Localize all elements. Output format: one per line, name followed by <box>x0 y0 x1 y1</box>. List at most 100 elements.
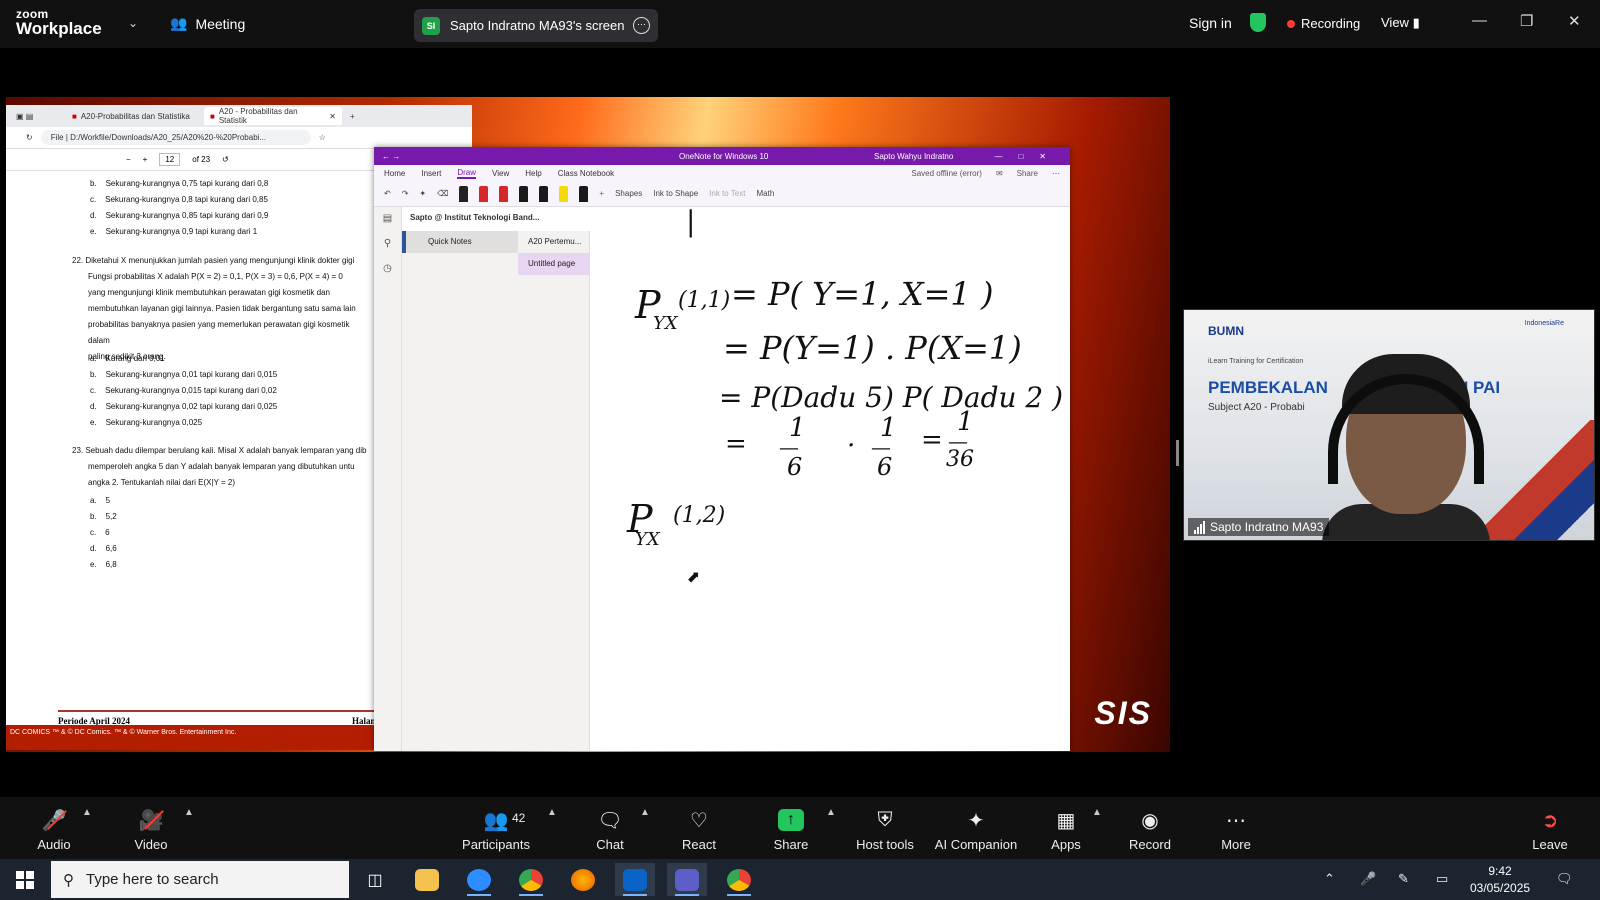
refresh-icon[interactable]: ↻ <box>26 133 33 142</box>
notebook-name: Sapto @ Institut Teknologi Band... <box>410 213 540 222</box>
page-item-active[interactable]: Untitled page <box>518 253 589 275</box>
notebook-selector[interactable]: Sapto @ Institut Teknologi Band... <box>410 213 539 222</box>
participants-caret-icon[interactable]: ▲ <box>547 807 557 818</box>
more-button[interactable]: ⋯ More <box>1212 797 1260 859</box>
pen-icon[interactable] <box>459 185 469 202</box>
ink-denominator: 36 <box>946 447 974 472</box>
section-quick-notes[interactable]: Quick Notes <box>402 231 518 253</box>
highlighter-icon[interactable] <box>559 185 569 202</box>
security-shield-icon[interactable] <box>1250 13 1266 32</box>
ink-to-shape-button[interactable]: Ink to Shape <box>653 189 698 198</box>
firefox-icon[interactable] <box>563 863 603 896</box>
tab-insert[interactable]: Insert <box>421 169 441 178</box>
teams-icon[interactable] <box>667 863 707 896</box>
view-menu-button[interactable]: View ▮ <box>1381 15 1420 31</box>
display-icon[interactable]: ▭ <box>1436 871 1448 887</box>
minimize-icon[interactable]: — <box>1472 12 1487 29</box>
browser-tab-1[interactable]: ■ A20-Probabilitas dan Statistika <box>66 107 204 125</box>
share-button[interactable]: Share <box>1017 169 1038 178</box>
sync-status[interactable]: Saved offline (error) <box>911 169 982 178</box>
video-button[interactable]: 🎥 Video <box>127 797 175 859</box>
sign-in-link[interactable]: Sign in <box>1189 15 1232 31</box>
tab-help[interactable]: Help <box>525 169 541 178</box>
lasso-icon[interactable]: ✦ <box>419 189 426 198</box>
undo-icon[interactable]: ↶ <box>384 189 391 198</box>
windows-start-icon[interactable] <box>16 871 34 889</box>
window-controls-icon[interactable]: —□✕ <box>994 152 1062 161</box>
participants-button[interactable]: 👥 42 Participants <box>458 797 534 859</box>
chrome-icon[interactable] <box>719 863 759 896</box>
more-options-icon[interactable]: ⋯ <box>633 17 650 34</box>
screen-share-indicator[interactable]: SI Sapto Indratno MA93's screen ⋯ <box>414 9 658 42</box>
share-caret-icon[interactable]: ▲ <box>826 807 836 818</box>
share-screen-button[interactable]: ↑ Share <box>766 797 816 859</box>
tray-overflow-icon[interactable]: ⌃ <box>1324 871 1335 887</box>
record-button[interactable]: ◉ Record <box>1124 797 1176 859</box>
tab-home[interactable]: Home <box>384 169 405 178</box>
leave-button[interactable]: ➲ Leave <box>1526 797 1574 859</box>
taskbar-search-box[interactable]: ⚲ Type here to search <box>51 861 349 898</box>
chrome-profile-icon[interactable] <box>511 863 551 896</box>
pen-icon[interactable] <box>579 185 589 202</box>
math-button[interactable]: Math <box>756 189 774 198</box>
video-options-caret-icon[interactable]: ▲ <box>184 807 194 818</box>
zoom-out-icon[interactable]: − <box>126 155 131 164</box>
gallery-resize-handle[interactable] <box>1176 440 1179 466</box>
zoom-in-icon[interactable]: + <box>143 155 148 164</box>
shield-icon: ⛨ <box>877 808 893 831</box>
tab-class-notebook[interactable]: Class Notebook <box>558 169 614 178</box>
recording-indicator[interactable]: Recording <box>1287 16 1360 31</box>
outlook-icon[interactable] <box>615 863 655 896</box>
search-icon[interactable]: ⚲ <box>374 238 401 249</box>
rotate-icon[interactable]: ↺ <box>222 155 229 164</box>
ink-canvas[interactable]: | P YX (1,1) = P( Y=1, X=1 ) = P(Y=1) . … <box>591 205 1070 751</box>
meeting-info-button[interactable]: 👥 Meeting <box>170 15 245 32</box>
new-tab-icon[interactable]: + <box>350 112 355 121</box>
pen-tray-icon[interactable]: ✎ <box>1398 871 1409 887</box>
audio-options-caret-icon[interactable]: ▲ <box>82 807 92 818</box>
chevron-down-icon[interactable]: ⌄ <box>128 16 138 30</box>
speaker-video-tile[interactable]: BUMN IndonesiaRe iLearn Training for Cer… <box>1183 309 1595 541</box>
more-icon[interactable]: ⋯ <box>1052 169 1060 178</box>
tab-actions-icon[interactable]: ▣ ▤ <box>6 112 66 121</box>
shapes-button[interactable]: Shapes <box>615 189 642 198</box>
eraser-icon[interactable]: ⌫ <box>437 189 448 198</box>
tab-view[interactable]: View <box>492 169 509 178</box>
close-icon[interactable]: ✕ <box>1568 12 1581 30</box>
redo-icon[interactable]: ↷ <box>402 189 409 198</box>
host-tools-button[interactable]: ⛨ Host tools <box>851 797 919 859</box>
recent-icon[interactable]: ◷ <box>374 263 401 274</box>
chat-caret-icon[interactable]: ▲ <box>640 807 650 818</box>
file-explorer-icon[interactable] <box>407 863 447 896</box>
record-icon: ◉ <box>1141 809 1159 832</box>
notifications-icon[interactable]: ✉ <box>996 169 1003 178</box>
page-number-input[interactable]: 12 <box>159 153 181 166</box>
notifications-icon[interactable]: 🗨 <box>1556 871 1573 887</box>
microphone-icon[interactable]: 🎤 <box>1360 871 1376 887</box>
react-button[interactable]: ♡ React <box>674 797 724 859</box>
browser-tab-2[interactable]: ■ A20 - Probabilitas dan Statistik ✕ <box>204 107 342 125</box>
audio-button[interactable]: 🎤 Audio <box>30 797 78 859</box>
chat-button[interactable]: 🗨 Chat <box>586 797 634 859</box>
task-view-icon[interactable]: ◫ <box>355 863 395 896</box>
zoom-app-icon[interactable] <box>459 863 499 896</box>
close-tab-icon[interactable]: ✕ <box>329 112 336 121</box>
tab-draw[interactable]: Draw <box>457 168 477 179</box>
apps-caret-icon[interactable]: ▲ <box>1092 807 1102 818</box>
onenote-user[interactable]: Sapto Wahyu Indratno <box>874 152 953 161</box>
restore-icon[interactable]: ❐ <box>1520 12 1533 30</box>
ai-companion-button[interactable]: ✦ AI Companion <box>931 797 1021 859</box>
url-field[interactable]: File | D:/Workfile/Downloads/A20_25/A20%… <box>40 130 311 145</box>
page-item[interactable]: A20 Pertemu... <box>518 231 589 253</box>
favorite-icon[interactable]: ☆ <box>319 133 326 142</box>
add-pen-icon[interactable]: + <box>599 189 604 198</box>
notebooks-icon[interactable]: ▤ <box>374 213 401 224</box>
pen-icon[interactable] <box>499 185 509 202</box>
apps-button[interactable]: ▦ Apps <box>1042 797 1090 859</box>
back-forward-icon[interactable]: ← → <box>382 152 400 161</box>
pen-icon[interactable] <box>519 185 529 202</box>
pen-icon[interactable] <box>539 185 549 202</box>
ink-to-text-button[interactable]: Ink to Text <box>709 189 745 198</box>
pen-icon[interactable] <box>479 185 489 202</box>
taskbar-clock[interactable]: 9:42 03/05/2025 <box>1470 863 1530 897</box>
